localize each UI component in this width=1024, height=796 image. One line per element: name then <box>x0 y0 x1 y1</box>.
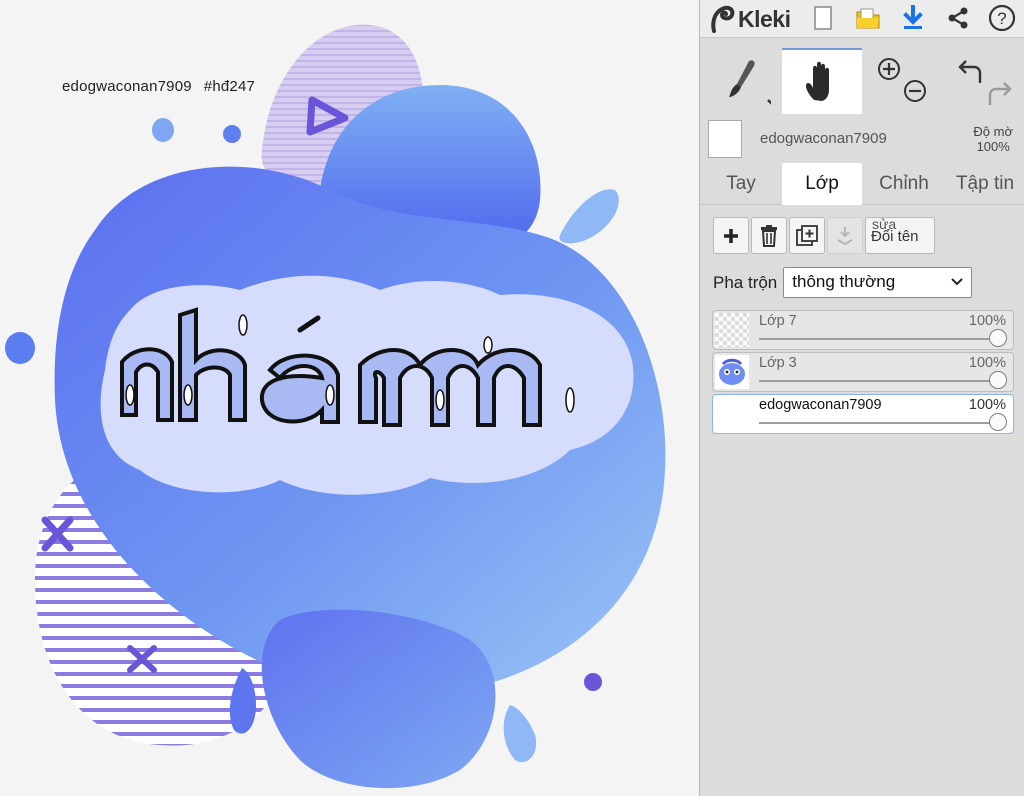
panel-tabs: Tay Lớp Chỉnh Tập tin <box>700 163 1024 205</box>
current-layer-label: edogwaconan7909 <box>760 130 887 147</box>
opacity-label: Độ mờ 100% <box>973 124 1013 154</box>
watermark-user: edogwaconan7909 <box>62 78 192 95</box>
droplet <box>503 705 537 763</box>
hand-icon <box>806 61 829 101</box>
layer-opacity: 100% <box>968 397 1006 413</box>
layer-item-edogwaconan7909[interactable]: edogwaconan7909 100% <box>712 394 1014 434</box>
droplet <box>559 189 619 244</box>
hand-tool[interactable] <box>782 48 862 114</box>
top-bar: Kleki ? <box>700 0 1024 38</box>
brush-tool[interactable] <box>700 48 782 114</box>
delete-layer-button[interactable] <box>751 217 787 254</box>
duplicate-icon <box>796 224 818 246</box>
layers-list: Lớp 7 100% Lớp 3 100% edogwaconan7909 10… <box>712 310 1014 436</box>
drawing-canvas[interactable]: edogwaconan7909 #hđ247 <box>0 0 699 796</box>
download-icon[interactable] <box>898 3 928 33</box>
bottom-blob <box>261 609 496 789</box>
blend-mode-select[interactable]: thông thường <box>783 267 973 298</box>
zoom-out-icon[interactable] <box>904 80 926 102</box>
droplet <box>223 125 241 143</box>
tab-file[interactable]: Tập tin <box>946 163 1024 205</box>
droplet <box>152 118 174 142</box>
layer-opacity: 100% <box>968 355 1006 371</box>
plus-icon <box>724 228 738 243</box>
color-row: edogwaconan7909 Độ mờ 100% <box>700 114 1024 164</box>
rename-label: Đổi tên <box>871 228 919 245</box>
new-file-icon[interactable] <box>808 3 838 33</box>
history-buttons <box>950 48 1020 114</box>
rename-layer-button[interactable]: sửa Đổi tên <box>865 216 935 254</box>
layer-thumbnail <box>715 397 749 431</box>
layer-opacity: 100% <box>968 313 1006 329</box>
open-folder-icon[interactable] <box>853 3 883 33</box>
tab-hand[interactable]: Tay <box>702 163 780 205</box>
app-name: Kleki <box>738 5 791 32</box>
opacity-label-title: Độ mờ <box>973 124 1013 139</box>
merge-down-icon <box>837 226 853 245</box>
layer-item-3[interactable]: Lớp 3 100% <box>712 352 1014 392</box>
watermark-tag: #hđ247 <box>203 78 256 95</box>
undo-icon[interactable] <box>958 60 982 83</box>
trash-icon <box>761 224 777 247</box>
kleki-logo-icon <box>711 5 735 33</box>
droplet <box>584 673 602 691</box>
help-icon[interactable]: ? <box>987 3 1017 33</box>
kleki-logo[interactable]: Kleki <box>710 4 791 34</box>
artwork <box>5 24 666 789</box>
layer-name: Lớp 3 <box>759 355 797 371</box>
opacity-label-value: 100% <box>976 139 1010 154</box>
brush-icon <box>729 60 771 105</box>
redo-icon[interactable] <box>988 82 1012 105</box>
opacity-slider-handle[interactable] <box>989 413 1007 431</box>
primary-color-swatch[interactable] <box>708 120 742 158</box>
layer-item-7[interactable]: Lớp 7 100% <box>712 310 1014 350</box>
layer-thumbnail <box>715 313 749 347</box>
droplet <box>5 332 35 364</box>
side-panel: Kleki ? edogwaconan7909 Độ mờ 100% Tay L… <box>699 0 1024 796</box>
layer-name: Lớp 7 <box>759 313 797 329</box>
opacity-slider-track[interactable] <box>759 380 997 382</box>
opacity-slider-handle[interactable] <box>989 371 1007 389</box>
tool-row <box>700 48 1024 114</box>
chevron-down-icon <box>951 278 963 286</box>
opacity-slider-track[interactable] <box>759 338 997 340</box>
canvas-watermark: edogwaconan7909 #hđ247 <box>62 78 255 95</box>
merge-down-button[interactable] <box>827 217 863 254</box>
kleki-app: edogwaconan7909 #hđ247 Kleki ? edogwacon… <box>0 0 1024 796</box>
share-icon[interactable] <box>943 3 973 33</box>
zoom-in-icon[interactable] <box>878 58 900 80</box>
blend-mode-label: Pha trộn <box>713 272 778 292</box>
add-layer-button[interactable] <box>713 217 749 254</box>
layer-name: edogwaconan7909 <box>759 397 882 413</box>
opacity-slider-track[interactable] <box>759 422 997 424</box>
layer-actions: sửa Đổi tên <box>713 216 935 255</box>
blend-mode-row: Pha trộn thông thường <box>713 267 973 298</box>
tab-layers[interactable]: Lớp <box>782 163 862 205</box>
duplicate-layer-button[interactable] <box>789 217 825 254</box>
zoom-buttons <box>868 48 940 114</box>
tab-adjust[interactable]: Chỉnh <box>864 163 944 205</box>
layer-thumbnail <box>715 355 749 389</box>
blend-mode-value: thông thường <box>792 272 896 291</box>
opacity-slider-handle[interactable] <box>989 329 1007 347</box>
svg-text:?: ? <box>997 9 1006 28</box>
